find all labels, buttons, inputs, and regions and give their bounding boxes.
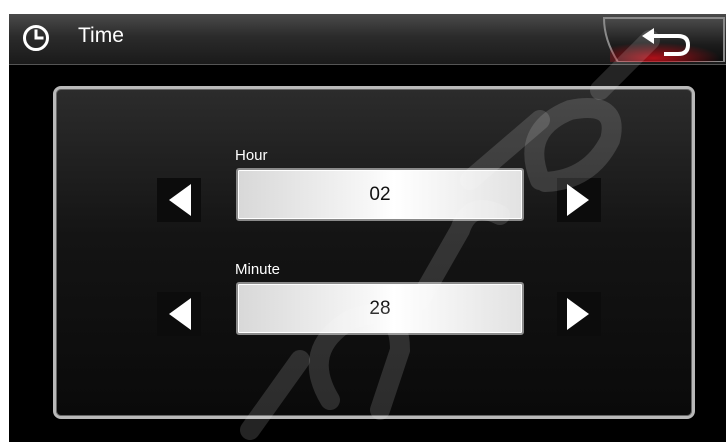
time-settings-panel: [53, 86, 695, 419]
minute-increase-button[interactable]: [557, 292, 601, 336]
minute-field[interactable]: 28: [236, 282, 524, 335]
hour-decrease-button[interactable]: [157, 178, 201, 222]
back-button[interactable]: [590, 16, 726, 62]
minute-label: Minute: [235, 261, 281, 278]
title-bar: Time: [9, 14, 726, 65]
hour-field[interactable]: 02: [236, 168, 524, 221]
screen: Time Hour 02 Minute 28: [9, 14, 726, 442]
hour-increase-button[interactable]: [557, 178, 601, 222]
minute-value: 28: [369, 297, 391, 319]
clock-icon: [23, 25, 49, 51]
hour-label: Hour: [235, 147, 268, 164]
minute-decrease-button[interactable]: [157, 292, 201, 336]
hour-value: 02: [369, 183, 391, 205]
page-title: Time: [78, 24, 124, 47]
